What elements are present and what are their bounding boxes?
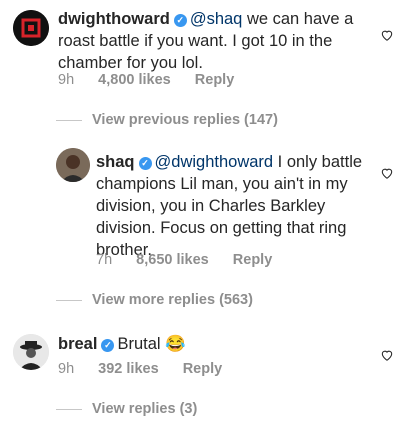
username[interactable]: dwighthoward [58, 10, 170, 28]
verified-badge-icon: ✓ [173, 14, 187, 27]
heart-icon[interactable] [380, 166, 394, 180]
view-more-replies-label[interactable]: View more replies (563) [92, 292, 253, 308]
brand-logo-icon [13, 10, 49, 46]
avatar[interactable] [13, 334, 49, 370]
avatar[interactable] [56, 148, 90, 182]
avatar[interactable] [13, 10, 49, 46]
view-replies-label[interactable]: View replies (3) [92, 401, 197, 417]
profile-photo-icon [56, 148, 90, 182]
reply-button[interactable]: Reply [233, 252, 273, 268]
heart-icon[interactable] [380, 28, 394, 42]
mention-link[interactable]: @shaq [190, 10, 243, 28]
profile-photo-icon [13, 334, 49, 370]
comment-text: Brutal 😂 [117, 335, 186, 353]
view-previous-replies-label[interactable]: View previous replies (147) [92, 112, 278, 128]
timestamp: 9h [58, 361, 75, 377]
reply-button[interactable]: Reply [195, 72, 235, 88]
mention-link[interactable]: @dwighthoward [155, 153, 274, 171]
timestamp: 9h [58, 72, 75, 88]
view-previous-replies[interactable]: View previous replies (147) [56, 112, 278, 128]
likes-count[interactable]: 392 likes [98, 361, 158, 377]
timestamp: 7h [96, 252, 113, 268]
likes-count[interactable]: 8,650 likes [136, 252, 209, 268]
view-more-replies[interactable]: View more replies (563) [56, 292, 253, 308]
heart-icon[interactable] [380, 348, 394, 362]
divider-line [56, 408, 82, 410]
verified-badge-icon: ✓ [101, 339, 115, 352]
view-replies[interactable]: View replies (3) [56, 401, 197, 417]
likes-count[interactable]: 4,800 likes [98, 72, 171, 88]
divider-line [56, 119, 82, 121]
verified-badge-icon: ✓ [138, 157, 152, 170]
username[interactable]: breal [58, 335, 97, 353]
username[interactable]: shaq [96, 153, 135, 171]
divider-line [56, 299, 82, 301]
reply-button[interactable]: Reply [183, 361, 223, 377]
